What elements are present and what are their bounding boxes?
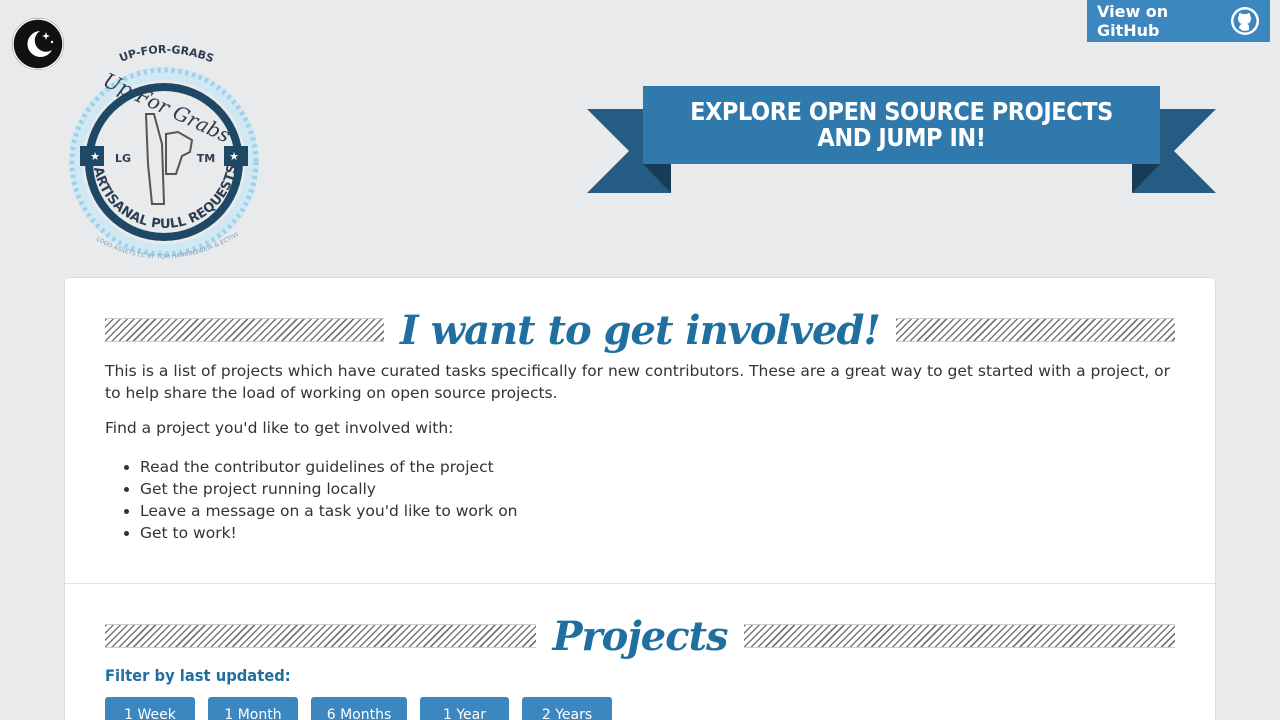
- list-item: Leave a message on a task you'd like to …: [140, 500, 518, 522]
- involved-heading: I want to get involved!: [105, 307, 1175, 354]
- logo-star-right: ★: [229, 150, 239, 163]
- projects-title: Projects: [552, 612, 728, 660]
- filter-2-years-button[interactable]: 2 Years: [522, 697, 612, 720]
- github-button-label: View on GitHub: [1097, 2, 1169, 40]
- find-project-text: Find a project you'd like to get involve…: [105, 419, 454, 437]
- filter-label: Filter by last updated:: [105, 666, 291, 685]
- tagline-banner: Explore open source projects and jump in…: [587, 86, 1217, 194]
- filter-1-week-button[interactable]: 1 Week: [105, 697, 195, 720]
- projects-heading: Projects: [105, 613, 1176, 660]
- logo-star-left: ★: [90, 150, 100, 163]
- involved-title: I want to get involved!: [400, 306, 881, 354]
- stripe-divider: [896, 318, 1175, 342]
- logo-left-badge: LG: [115, 152, 131, 165]
- banner-text: Explore open source projects and jump in…: [690, 97, 1113, 152]
- steps-list: Read the contributor guidelines of the p…: [140, 456, 518, 544]
- view-on-github-button[interactable]: View on GitHub: [1087, 0, 1270, 42]
- moon-icon: [12, 18, 64, 70]
- stripe-divider: [105, 318, 384, 342]
- logo-top-text: UP-FOR-GRABS.NET: [66, 44, 216, 65]
- list-item: Read the contributor guidelines of the p…: [140, 456, 518, 478]
- filter-buttons: 1 Week 1 Month 6 Months 1 Year 2 Years: [105, 697, 625, 720]
- list-item: Get the project running locally: [140, 478, 518, 500]
- filter-1-month-button[interactable]: 1 Month: [208, 697, 298, 720]
- main-card: I want to get involved! This is a list o…: [64, 277, 1216, 720]
- filter-6-months-button[interactable]: 6 Months: [311, 697, 407, 720]
- github-icon: [1231, 7, 1259, 35]
- logo-right-badge: TM: [197, 152, 215, 165]
- list-item: Get to work!: [140, 522, 518, 544]
- site-logo[interactable]: UP-FOR-GRABS.NET ★ ★ LG TM Up For Grabs …: [61, 34, 264, 272]
- theme-toggle-button[interactable]: [12, 18, 64, 70]
- intro-paragraph: This is a list of projects which have cu…: [105, 362, 1171, 402]
- filter-1-year-button[interactable]: 1 Year: [420, 697, 509, 720]
- stripe-divider: [105, 624, 537, 648]
- stripe-divider: [743, 624, 1176, 648]
- section-divider: [65, 583, 1215, 584]
